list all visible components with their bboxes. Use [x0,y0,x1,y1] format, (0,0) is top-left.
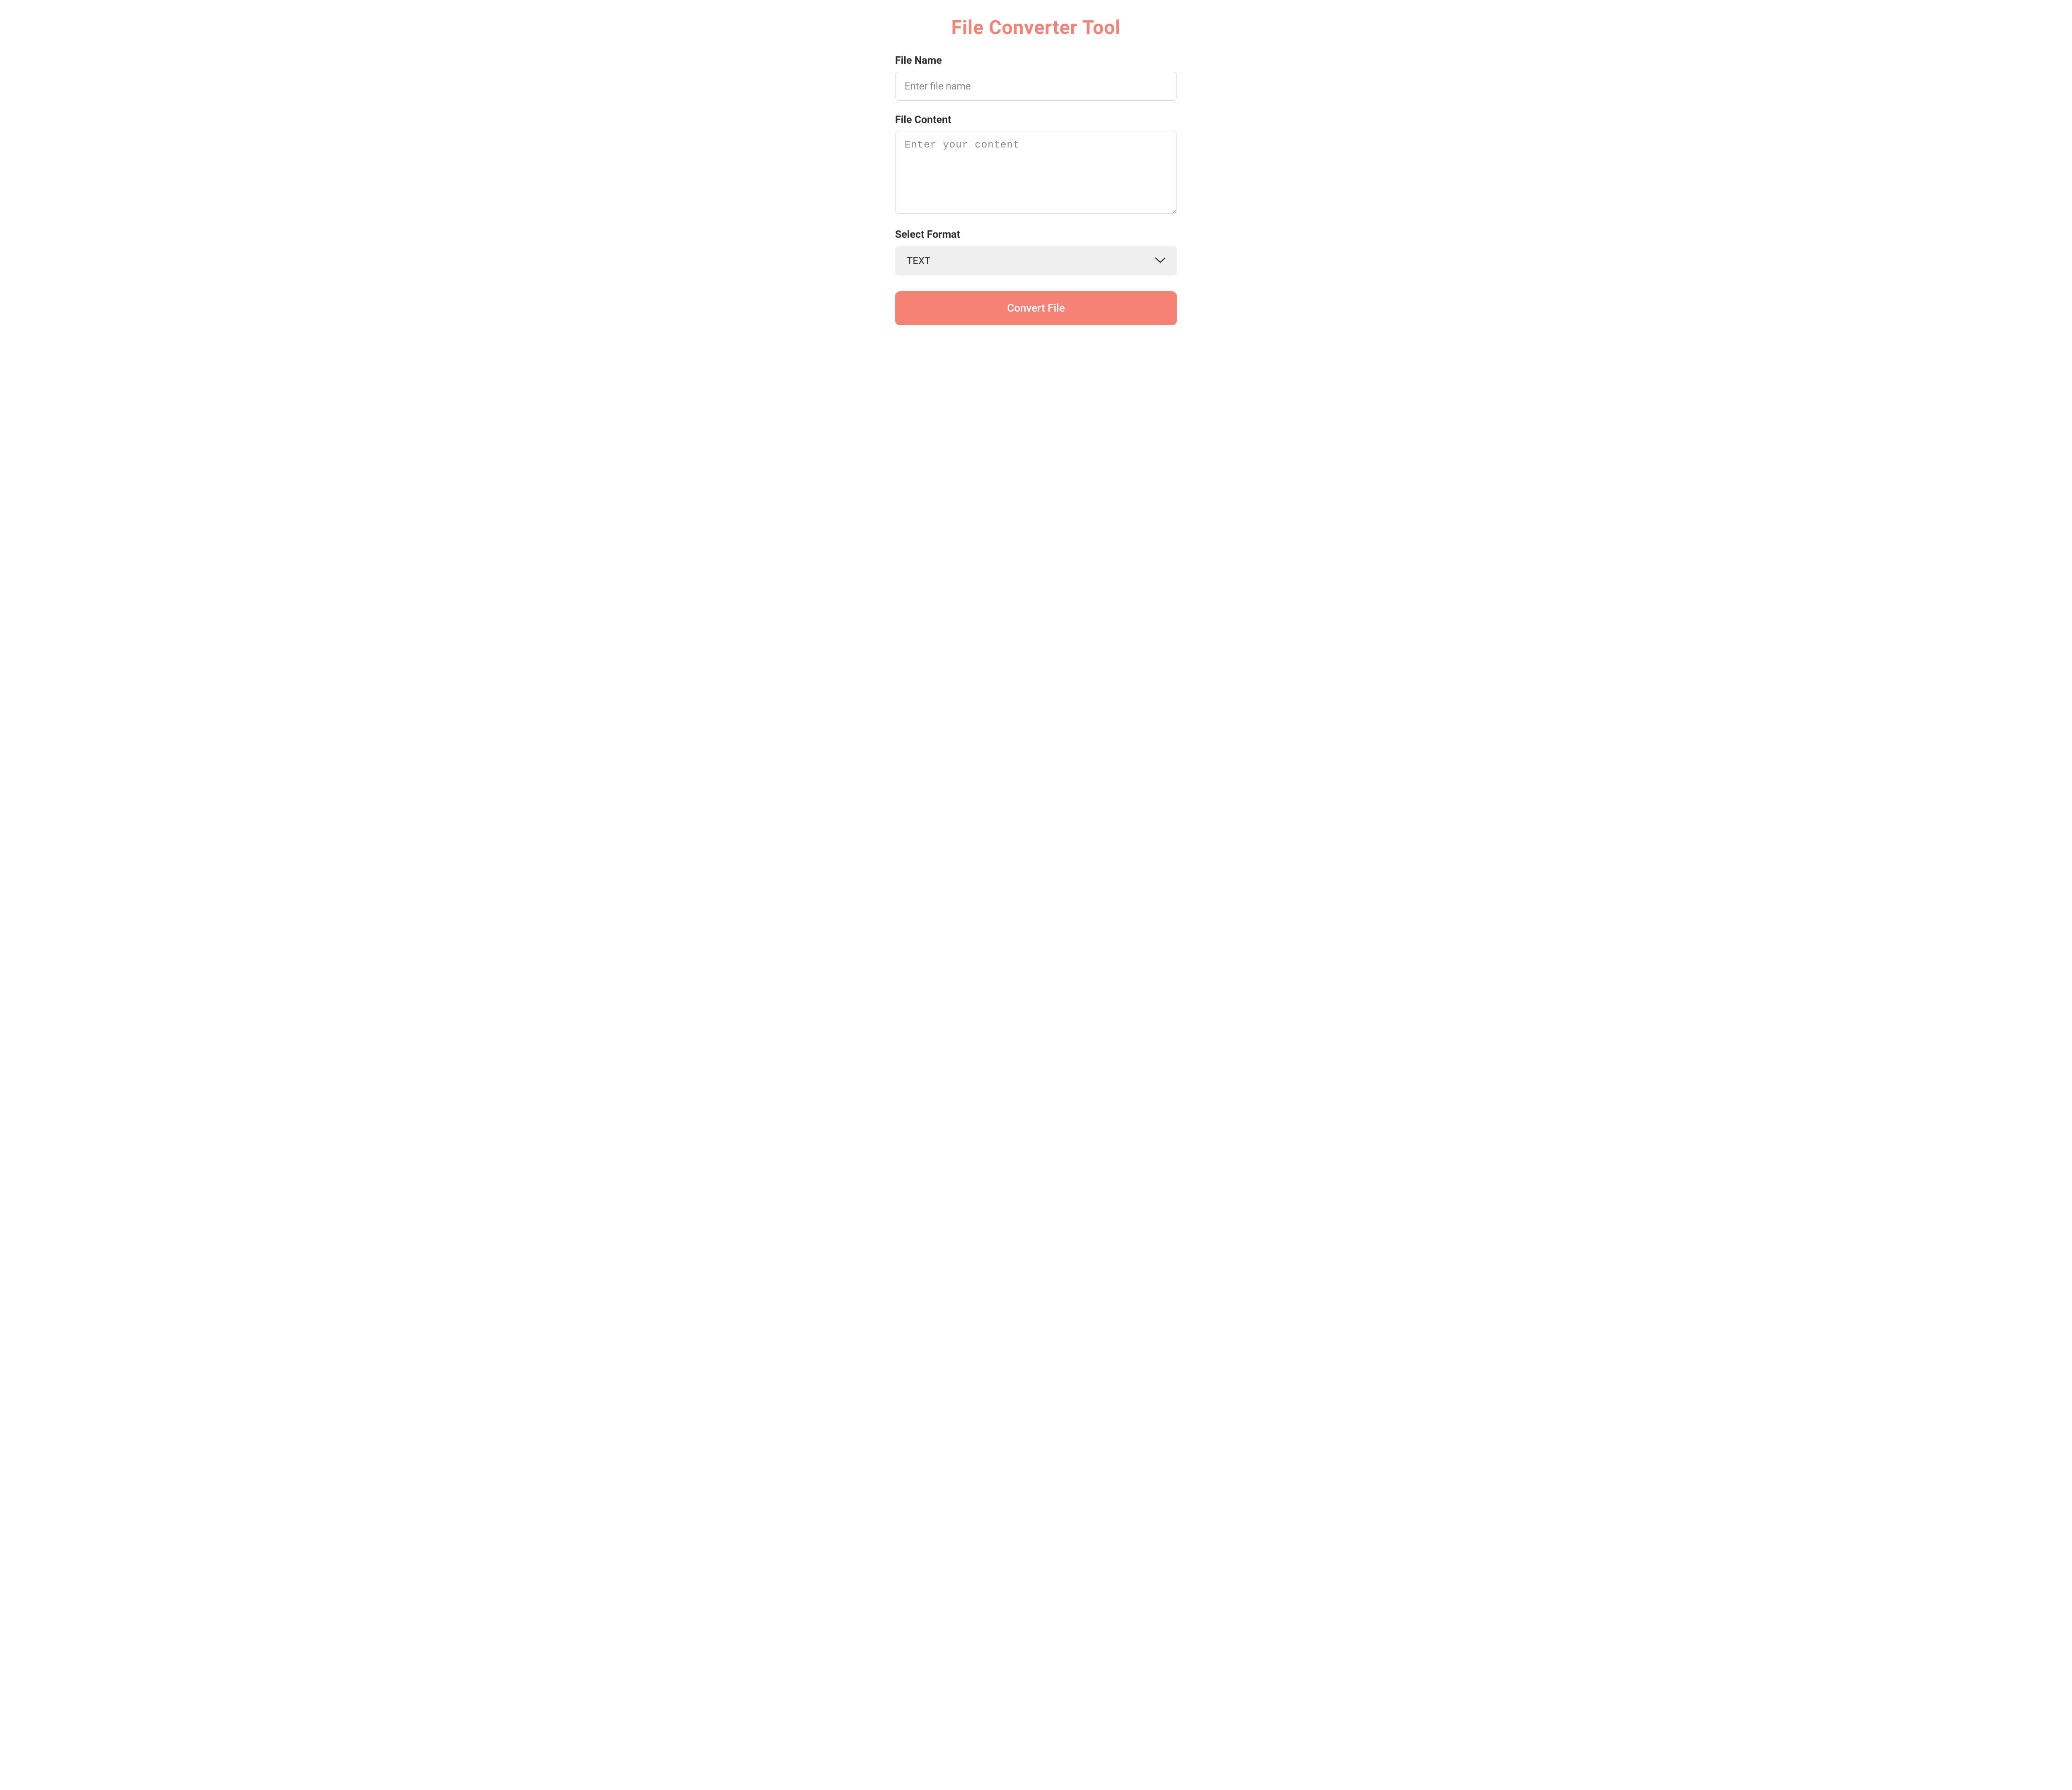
file-name-group: File Name [895,55,1177,101]
select-wrapper: TEXT [895,246,1177,276]
format-select[interactable]: TEXT [895,246,1177,276]
file-content-textarea[interactable] [895,131,1177,214]
file-content-group: File Content [895,114,1177,215]
select-format-group: Select Format TEXT [895,229,1177,276]
select-format-label: Select Format [895,229,1177,241]
convert-button[interactable]: Convert File [895,291,1177,325]
page-title: File Converter Tool [895,17,1177,39]
file-content-label: File Content [895,114,1177,126]
file-name-label: File Name [895,55,1177,67]
file-name-input[interactable] [895,72,1177,101]
